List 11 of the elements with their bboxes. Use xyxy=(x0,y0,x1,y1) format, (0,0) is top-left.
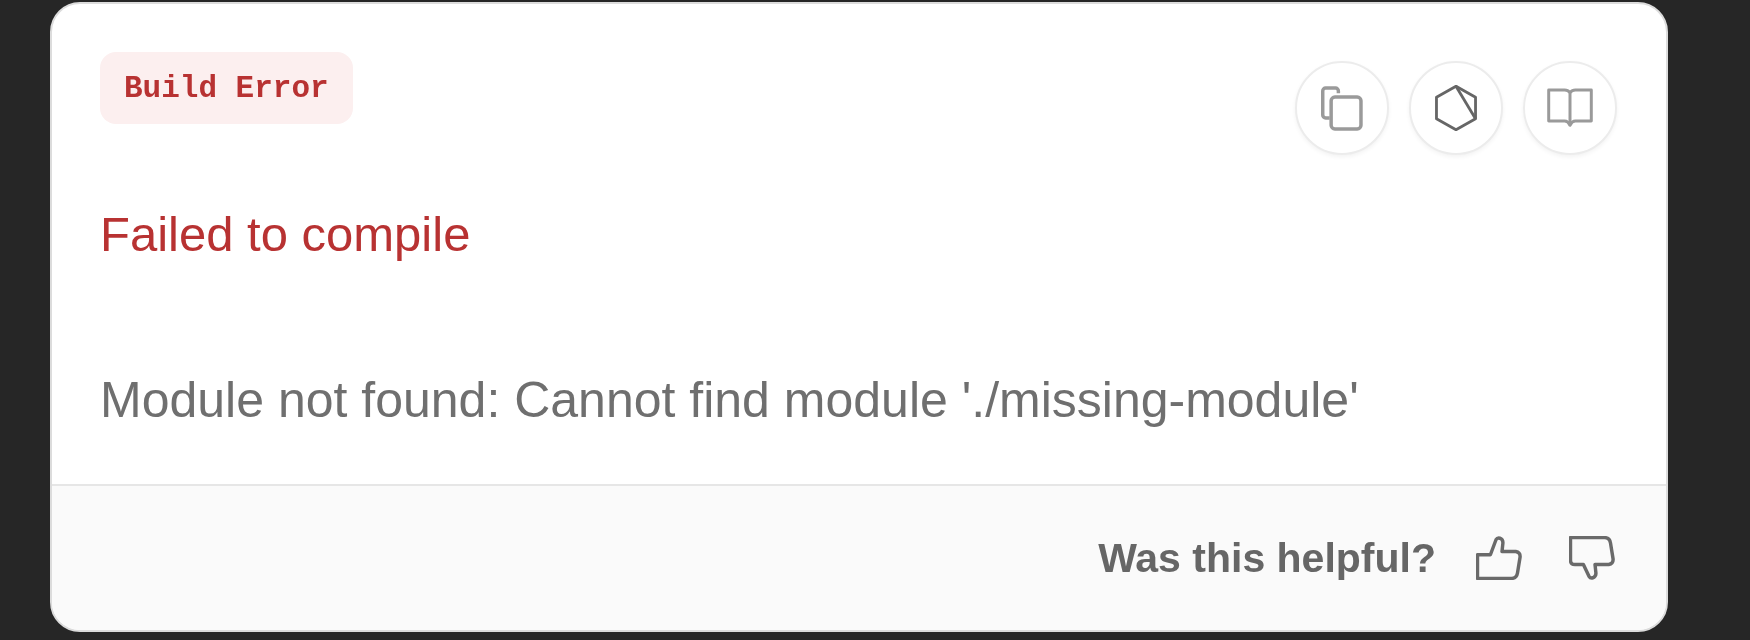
thumbs-down-icon xyxy=(1569,536,1615,580)
thumbs-down-button[interactable] xyxy=(1569,535,1615,581)
error-badge: Build Error xyxy=(100,52,353,124)
feedback-question: Was this helpful? xyxy=(1098,534,1436,582)
error-title: Failed to compile xyxy=(100,206,472,263)
book-icon xyxy=(1547,87,1593,129)
error-message: Module not found: Cannot find module './missing-module' xyxy=(100,371,1360,430)
copy-icon xyxy=(1321,85,1363,131)
thumbs-up-icon xyxy=(1476,536,1522,580)
thumbs-up-button[interactable] xyxy=(1476,535,1522,581)
hexagon-icon xyxy=(1435,85,1477,131)
